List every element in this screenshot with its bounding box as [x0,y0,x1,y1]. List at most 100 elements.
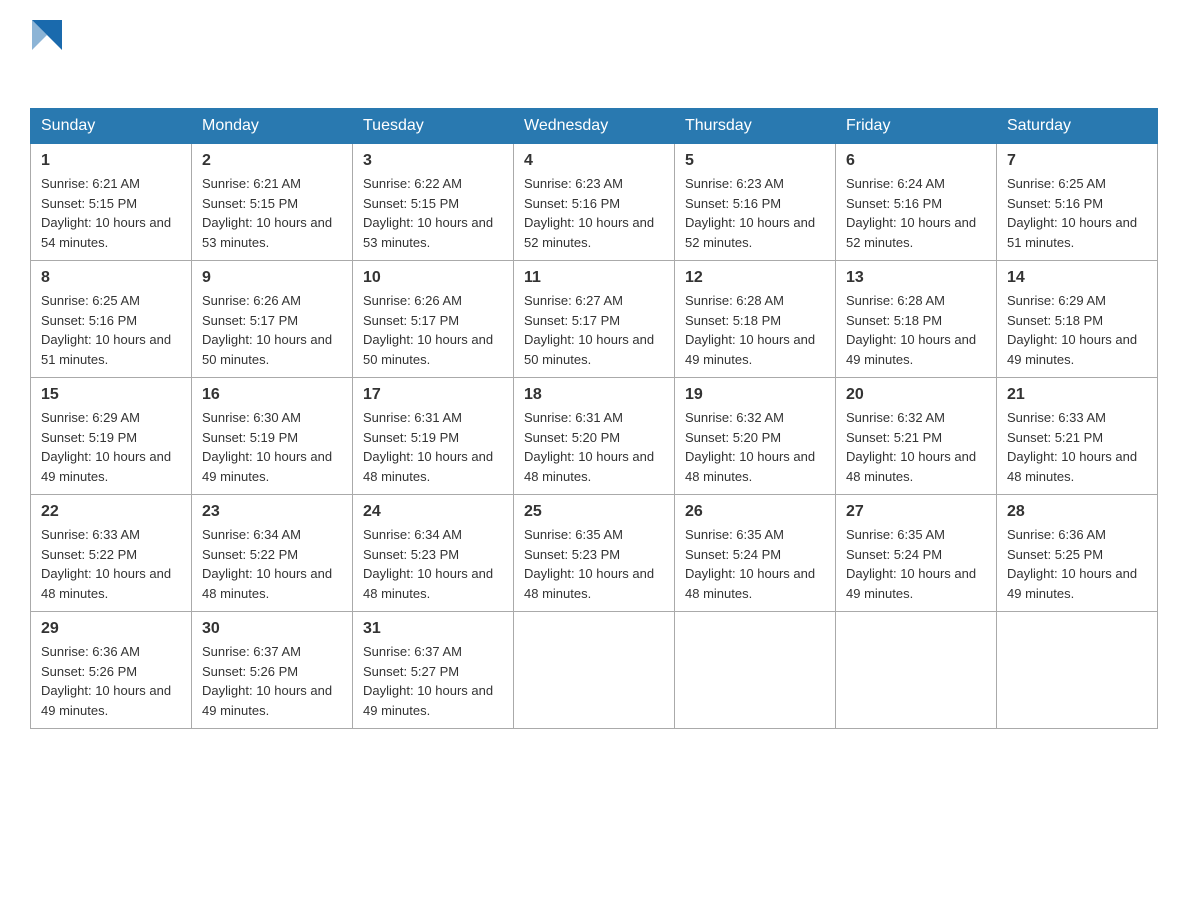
day-info: Sunrise: 6:36 AMSunset: 5:25 PMDaylight:… [1007,525,1147,603]
day-info: Sunrise: 6:21 AMSunset: 5:15 PMDaylight:… [41,174,181,252]
day-info: Sunrise: 6:23 AMSunset: 5:16 PMDaylight:… [685,174,825,252]
day-number: 16 [202,386,342,404]
day-number: 29 [41,620,181,638]
day-number: 24 [363,503,503,521]
col-header-thursday: Thursday [675,109,836,144]
col-header-wednesday: Wednesday [514,109,675,144]
day-number: 13 [846,269,986,287]
day-cell: 1Sunrise: 6:21 AMSunset: 5:15 PMDaylight… [31,144,192,261]
day-cell [514,612,675,729]
day-number: 7 [1007,152,1147,170]
page-header [30,20,1158,88]
day-number: 10 [363,269,503,287]
day-cell: 5 Sunrise: 6:23 AMSunset: 5:16 PMDaylight… [675,144,836,261]
day-cell: 2 Sunrise: 6:21 AMSunset: 5:15 PMDaylight… [192,144,353,261]
day-info: Sunrise: 6:29 AMSunset: 5:18 PMDaylight:… [1007,291,1147,369]
day-cell: 23 Sunrise: 6:34 AMSunset: 5:22 PMDayligh… [192,495,353,612]
day-info: Sunrise: 6:34 AMSunset: 5:22 PMDaylight:… [202,525,342,603]
day-cell: 3 Sunrise: 6:22 AMSunset: 5:15 PMDaylight… [353,144,514,261]
day-cell: 20 Sunrise: 6:32 AMSunset: 5:21 PMDayligh… [836,378,997,495]
day-number: 28 [1007,503,1147,521]
day-cell: 22 Sunrise: 6:33 AMSunset: 5:22 PMDayligh… [31,495,192,612]
day-number: 21 [1007,386,1147,404]
day-number: 27 [846,503,986,521]
day-number: 20 [846,386,986,404]
day-cell [675,612,836,729]
day-info: Sunrise: 6:35 AMSunset: 5:24 PMDaylight:… [685,525,825,603]
day-number: 2 [202,152,342,170]
day-number: 18 [524,386,664,404]
day-cell [997,612,1158,729]
calendar-table: SundayMondayTuesdayWednesdayThursdayFrid… [30,108,1158,729]
day-info: Sunrise: 6:26 AMSunset: 5:17 PMDaylight:… [202,291,342,369]
day-cell: 30Sunrise: 6:37 AMSunset: 5:26 PMDayligh… [192,612,353,729]
day-info: Sunrise: 6:32 AMSunset: 5:21 PMDaylight:… [846,408,986,486]
day-cell: 27 Sunrise: 6:35 AMSunset: 5:24 PMDayligh… [836,495,997,612]
day-cell: 4 Sunrise: 6:23 AMSunset: 5:16 PMDaylight… [514,144,675,261]
day-info: Sunrise: 6:23 AMSunset: 5:16 PMDaylight:… [524,174,664,252]
day-info: Sunrise: 6:25 AMSunset: 5:16 PMDaylight:… [1007,174,1147,252]
day-info: Sunrise: 6:35 AMSunset: 5:23 PMDaylight:… [524,525,664,603]
day-number: 23 [202,503,342,521]
day-info: Sunrise: 6:26 AMSunset: 5:17 PMDaylight:… [363,291,503,369]
day-number: 25 [524,503,664,521]
day-cell [836,612,997,729]
day-info: Sunrise: 6:29 AMSunset: 5:19 PMDaylight:… [41,408,181,486]
day-number: 15 [41,386,181,404]
day-cell: 28 Sunrise: 6:36 AMSunset: 5:25 PMDayligh… [997,495,1158,612]
day-info: Sunrise: 6:30 AMSunset: 5:19 PMDaylight:… [202,408,342,486]
day-info: Sunrise: 6:28 AMSunset: 5:18 PMDaylight:… [685,291,825,369]
day-cell: 10 Sunrise: 6:26 AMSunset: 5:17 PMDayligh… [353,261,514,378]
day-cell: 9 Sunrise: 6:26 AMSunset: 5:17 PMDaylight… [192,261,353,378]
day-info: Sunrise: 6:27 AMSunset: 5:17 PMDaylight:… [524,291,664,369]
day-cell: 25 Sunrise: 6:35 AMSunset: 5:23 PMDayligh… [514,495,675,612]
day-cell: 31Sunrise: 6:37 AMSunset: 5:27 PMDayligh… [353,612,514,729]
day-cell: 13 Sunrise: 6:28 AMSunset: 5:18 PMDayligh… [836,261,997,378]
day-cell: 24 Sunrise: 6:34 AMSunset: 5:23 PMDayligh… [353,495,514,612]
day-info: Sunrise: 6:25 AMSunset: 5:16 PMDaylight:… [41,291,181,369]
day-cell: 18 Sunrise: 6:31 AMSunset: 5:20 PMDayligh… [514,378,675,495]
day-number: 26 [685,503,825,521]
day-info: Sunrise: 6:28 AMSunset: 5:18 PMDaylight:… [846,291,986,369]
logo-icon [32,20,62,50]
day-number: 30 [202,620,342,638]
day-info: Sunrise: 6:22 AMSunset: 5:15 PMDaylight:… [363,174,503,252]
week-row-5: 29 Sunrise: 6:36 AMSunset: 5:26 PMDayligh… [31,612,1158,729]
day-number: 31 [363,620,503,638]
col-header-friday: Friday [836,109,997,144]
day-cell: 7 Sunrise: 6:25 AMSunset: 5:16 PMDaylight… [997,144,1158,261]
day-number: 5 [685,152,825,170]
day-number: 14 [1007,269,1147,287]
day-number: 12 [685,269,825,287]
day-info: Sunrise: 6:33 AMSunset: 5:22 PMDaylight:… [41,525,181,603]
day-cell: 17Sunrise: 6:31 AMSunset: 5:19 PMDayligh… [353,378,514,495]
day-cell: 29 Sunrise: 6:36 AMSunset: 5:26 PMDayligh… [31,612,192,729]
day-cell: 12 Sunrise: 6:28 AMSunset: 5:18 PMDayligh… [675,261,836,378]
day-number: 22 [41,503,181,521]
day-info: Sunrise: 6:36 AMSunset: 5:26 PMDaylight:… [41,642,181,720]
day-info: Sunrise: 6:31 AMSunset: 5:19 PMDaylight:… [363,408,503,486]
col-header-tuesday: Tuesday [353,109,514,144]
day-number: 6 [846,152,986,170]
day-cell: 19Sunrise: 6:32 AMSunset: 5:20 PMDayligh… [675,378,836,495]
col-header-saturday: Saturday [997,109,1158,144]
week-row-4: 22 Sunrise: 6:33 AMSunset: 5:22 PMDayligh… [31,495,1158,612]
day-number: 4 [524,152,664,170]
day-cell: 16 Sunrise: 6:30 AMSunset: 5:19 PMDayligh… [192,378,353,495]
day-cell: 14 Sunrise: 6:29 AMSunset: 5:18 PMDayligh… [997,261,1158,378]
logo [30,20,62,88]
week-row-3: 15 Sunrise: 6:29 AMSunset: 5:19 PMDayligh… [31,378,1158,495]
day-info: Sunrise: 6:31 AMSunset: 5:20 PMDaylight:… [524,408,664,486]
day-number: 9 [202,269,342,287]
day-info: Sunrise: 6:24 AMSunset: 5:16 PMDaylight:… [846,174,986,252]
day-number: 3 [363,152,503,170]
day-number: 19 [685,386,825,404]
logo-text [30,20,62,88]
day-number: 11 [524,269,664,287]
col-header-monday: Monday [192,109,353,144]
day-info: Sunrise: 6:21 AMSunset: 5:15 PMDaylight:… [202,174,342,252]
day-info: Sunrise: 6:35 AMSunset: 5:24 PMDaylight:… [846,525,986,603]
day-cell: 26 Sunrise: 6:35 AMSunset: 5:24 PMDayligh… [675,495,836,612]
day-info: Sunrise: 6:34 AMSunset: 5:23 PMDaylight:… [363,525,503,603]
day-cell: 6 Sunrise: 6:24 AMSunset: 5:16 PMDaylight… [836,144,997,261]
